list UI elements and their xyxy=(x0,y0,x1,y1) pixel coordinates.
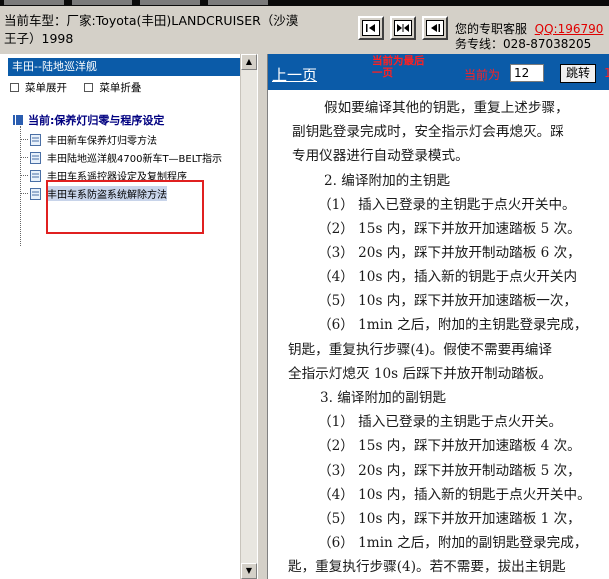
sidebar-scrollbar[interactable]: ▲ ▼ xyxy=(240,54,257,579)
support-info: 您的专职客服 QQ:196790 务专线：028-87038205 xyxy=(455,22,603,52)
menu-expand-button[interactable]: 菜单展开 xyxy=(10,80,67,95)
page-nav-button[interactable] xyxy=(390,16,416,40)
doc-line: （2） 15s 内，踩下并放开加速踏板 4 次。 xyxy=(318,438,581,454)
document-toolbar: 上一页 当前为最后一页 当前为 跳转 1 xyxy=(268,54,609,90)
support-phone: 务专线：028-87038205 xyxy=(455,37,592,51)
document-icon xyxy=(30,169,41,182)
top-tab-2[interactable] xyxy=(72,0,132,5)
top-tab-1[interactable] xyxy=(4,0,64,5)
tree-item-label: 丰田新车保养灯归零方法 xyxy=(47,136,157,147)
doc-line: 匙，重复执行步骤(4)。若不需要，拔出主钥匙 xyxy=(288,559,566,575)
current-vehicle-line2: 王子）1998 xyxy=(4,31,74,46)
doc-line: （6） 1min 之后，附加的主钥匙登录完成， xyxy=(318,317,588,333)
prev-next-icon xyxy=(394,20,412,36)
doc-line: （4） 10s 内，插入新的钥匙于点火开关内 xyxy=(318,269,578,285)
scroll-down-icon[interactable]: ▼ xyxy=(241,563,257,579)
top-tab-4[interactable] xyxy=(208,0,268,5)
tree-root[interactable]: 当前:保养灯归零与程序设定 xyxy=(12,112,164,128)
current-page-label: 当前为 xyxy=(464,68,501,82)
doc-line: （6） 1min 之后，附加的副钥匙登录完成， xyxy=(318,535,588,551)
first-page-icon xyxy=(362,20,380,36)
page-number-input[interactable] xyxy=(510,64,544,82)
current-vehicle-line1: 当前车型：厂家:Toyota(丰田)LANDCRUISER（沙漠 xyxy=(4,13,299,28)
sidebar: 丰田--陆地巡洋舰 菜单展开 菜单折叠 当前:保养灯归零与程序设定 丰田新车保养… xyxy=(0,54,256,579)
last-page-button[interactable] xyxy=(422,16,448,40)
doc-line: 钥匙，重复执行步骤(4)。假使不需要再编译 xyxy=(288,342,552,358)
first-page-button[interactable] xyxy=(358,16,384,40)
doc-line: 专用仪器进行自动登录模式。 xyxy=(292,148,469,164)
toolbar-edge-number: 1 xyxy=(604,66,609,80)
menu-collapse-label: 菜单折叠 xyxy=(99,82,142,94)
last-page-icon xyxy=(426,20,444,36)
doc-line: 全指示灯熄灭 10s 后踩下并放开制动踏板。 xyxy=(288,366,553,382)
checkbox-icon xyxy=(84,83,94,92)
jump-button[interactable]: 跳转 xyxy=(560,64,596,83)
doc-line: （1） 插入已登录的主钥匙于点火开关。 xyxy=(318,414,563,430)
prev-page-link[interactable]: 上一页 xyxy=(272,64,317,85)
support-label: 您的专职客服 xyxy=(455,22,528,36)
doc-line: （2） 15s 内，踩下并放开加速踏板 5 次。 xyxy=(318,221,581,237)
doc-line: （5） 10s 内，踩下并放开加速踏板一次， xyxy=(318,293,578,309)
pane-splitter[interactable] xyxy=(257,54,268,579)
doc-line: 3. 编译附加的副钥匙 xyxy=(320,390,447,406)
document-icon xyxy=(30,133,41,146)
tree-item-label: 丰田陆地巡洋舰4700新车T—BELT指示 xyxy=(47,154,223,165)
doc-line: （1） 插入已登录的主钥匙于点火开关中。 xyxy=(318,197,576,213)
tree-item-tbelt-indicator[interactable]: 丰田陆地巡洋舰4700新车T—BELT指示 xyxy=(20,150,222,165)
doc-line: （3） 20s 内，踩下并放开制动踏板 6 次， xyxy=(318,245,581,261)
top-tab-3[interactable] xyxy=(140,0,200,5)
menu-expand-label: 菜单展开 xyxy=(25,82,67,94)
checkbox-icon xyxy=(10,83,19,92)
doc-line: 2. 编译附加的主钥匙 xyxy=(324,173,451,189)
doc-line: （4） 10s 内，插入新的钥匙于点火开关中。 xyxy=(318,487,591,503)
tree-root-label: 当前:保养灯归零与程序设定 xyxy=(28,114,165,127)
menu-collapse-button[interactable]: 菜单折叠 xyxy=(84,80,141,95)
document-icon xyxy=(30,151,41,164)
tree-item-maintenance-reset[interactable]: 丰田新车保养灯归零方法 xyxy=(20,132,157,147)
book-icon xyxy=(13,115,23,125)
header-bar: 当前车型：厂家:Toyota(丰田)LANDCRUISER（沙漠 王子）1998… xyxy=(0,6,609,54)
sidebar-title: 丰田--陆地巡洋舰 xyxy=(8,58,240,76)
last-page-notice: 当前为最后一页 xyxy=(372,55,425,79)
scroll-up-icon[interactable]: ▲ xyxy=(241,54,257,70)
doc-line: 假如要编译其他的钥匙，重复上述步骤， xyxy=(324,100,569,116)
doc-line: 副钥匙登录完成时，安全指示灯会再熄灭。踩 xyxy=(292,124,564,140)
document-pane: 上一页 当前为最后一页 当前为 跳转 1 假如要编译其他的钥匙，重复上述步骤， … xyxy=(268,54,609,579)
doc-line: （5） 10s 内，踩下并放开加速踏板 1 次， xyxy=(318,511,581,527)
support-qq-link[interactable]: QQ:196790 xyxy=(535,22,604,36)
doc-line: （3） 20s 内，踩下并放开制动踏板 5 次， xyxy=(318,463,581,479)
menu-actions: 菜单展开 菜单折叠 xyxy=(10,80,155,95)
document-icon xyxy=(30,187,41,200)
highlight-annotation-box xyxy=(46,180,204,234)
current-vehicle-info: 当前车型：厂家:Toyota(丰田)LANDCRUISER（沙漠 王子）1998 xyxy=(4,12,319,48)
